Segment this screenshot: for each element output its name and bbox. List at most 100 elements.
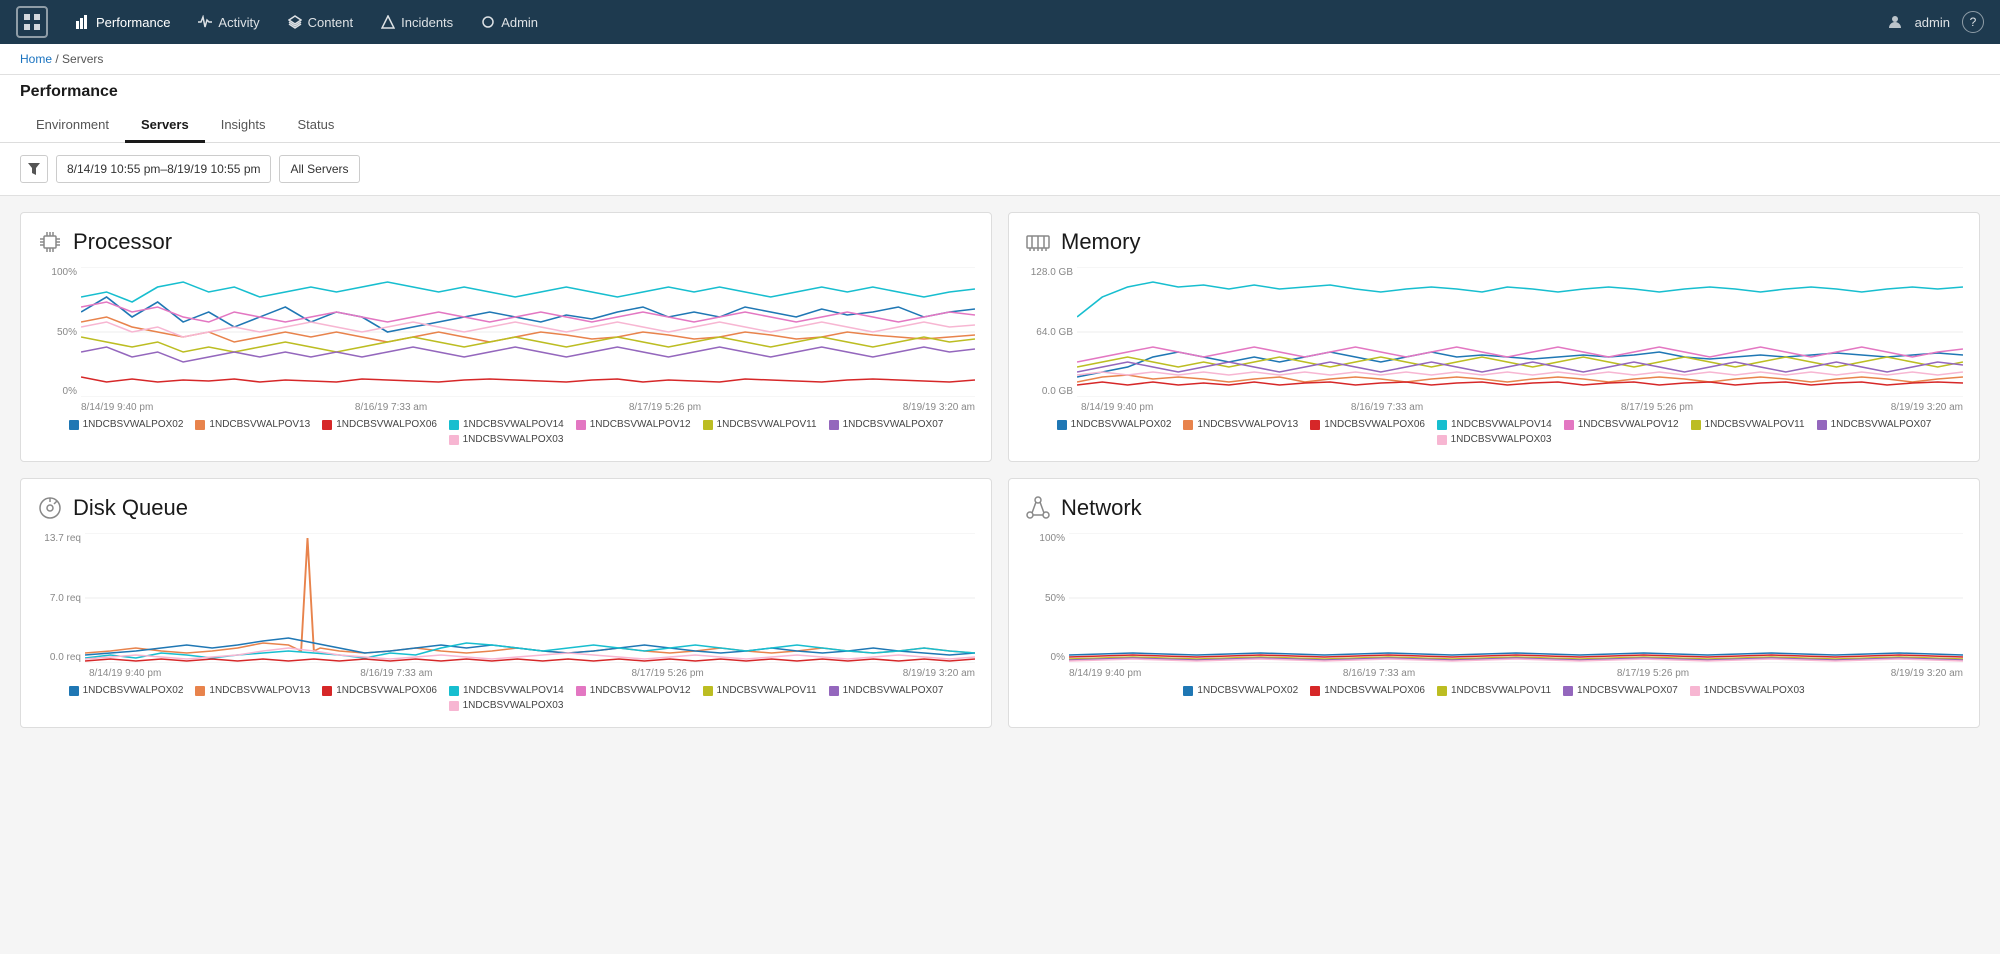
network-y-mid: 50%: [1025, 593, 1065, 604]
processor-y-top: 100%: [37, 267, 77, 278]
legend-color: [1563, 686, 1573, 696]
breadcrumb-current: Servers: [62, 52, 103, 66]
breadcrumb-home[interactable]: Home: [20, 52, 52, 66]
network-x-labels: 8/14/19 9:40 pm 8/16/19 7:33 am 8/17/19 …: [1069, 668, 1963, 679]
filter-button[interactable]: [20, 155, 48, 183]
disk-y-bot: 0.0 req: [37, 652, 81, 663]
legend-color: [69, 686, 79, 696]
memory-icon: [1025, 229, 1051, 255]
legend-color: [1437, 435, 1447, 445]
triangle-icon: [381, 15, 395, 29]
legend-item: 1NDCBSVWALPOX07: [1563, 685, 1678, 696]
legend-color: [322, 420, 332, 430]
circle-icon: [481, 15, 495, 29]
legend-color: [1817, 420, 1827, 430]
tab-servers[interactable]: Servers: [125, 109, 205, 143]
legend-color: [703, 686, 713, 696]
legend-item: 1NDCBSVWALPOX07: [829, 685, 944, 696]
legend-item: 1NDCBSVWALPOX07: [829, 419, 944, 430]
legend-item: 1NDCBSVWALPOX03: [1690, 685, 1805, 696]
processor-header: Processor: [37, 229, 975, 255]
legend-color: [1310, 686, 1320, 696]
network-legend: 1NDCBSVWALPOX02 1NDCBSVWALPOX06 1NDCBSVW…: [1025, 685, 1963, 696]
legend-item: 1NDCBSVWALPOV11: [1437, 685, 1551, 696]
disk-queue-title: Disk Queue: [73, 495, 188, 521]
legend-item: 1NDCBSVWALPOX02: [1057, 419, 1172, 430]
servers-filter-button[interactable]: All Servers: [279, 155, 359, 183]
legend-item: 1NDCBSVWALPOV11: [703, 419, 817, 430]
legend-item: 1NDCBSVWALPOX06: [322, 419, 437, 430]
legend-item: 1NDCBSVWALPOX03: [1437, 434, 1552, 445]
nav-incidents[interactable]: Incidents: [369, 9, 465, 36]
tab-status[interactable]: Status: [282, 109, 351, 143]
nav-admin[interactable]: Admin: [469, 9, 550, 36]
memory-legend: 1NDCBSVWALPOX02 1NDCBSVWALPOV13 1NDCBSVW…: [1025, 419, 1963, 445]
disk-y-mid: 7.0 req: [37, 593, 81, 604]
legend-color: [1690, 686, 1700, 696]
top-navigation: Performance Activity Content Incidents A…: [0, 0, 2000, 44]
toolbar: 8/14/19 10:55 pm–8/19/19 10:55 pm All Se…: [0, 143, 2000, 196]
legend-item: 1NDCBSVWALPOX02: [1183, 685, 1298, 696]
legend-color: [1437, 686, 1447, 696]
nav-performance[interactable]: Performance: [64, 9, 182, 36]
legend-item: 1NDCBSVWALPOV12: [576, 419, 691, 430]
disk-y-top: 13.7 req: [37, 533, 81, 544]
username: admin: [1915, 15, 1950, 30]
legend-item: 1NDCBSVWALPOX06: [322, 685, 437, 696]
legend-item: 1NDCBSVWALPOV14: [449, 419, 564, 430]
network-chart-svg: [1069, 533, 1963, 663]
tab-insights[interactable]: Insights: [205, 109, 282, 143]
processor-y-mid: 50%: [37, 327, 77, 338]
legend-color: [69, 420, 79, 430]
tab-environment[interactable]: Environment: [20, 109, 125, 143]
nav-activity[interactable]: Activity: [186, 9, 271, 36]
layers-icon: [288, 15, 302, 29]
date-range-button[interactable]: 8/14/19 10:55 pm–8/19/19 10:55 pm: [56, 155, 271, 183]
processor-chart-svg: [81, 267, 975, 397]
network-y-top: 100%: [1025, 533, 1065, 544]
processor-legend: 1NDCBSVWALPOX02 1NDCBSVWALPOV13 1NDCBSVW…: [37, 419, 975, 445]
filter-icon: [28, 163, 40, 175]
network-title: Network: [1061, 495, 1142, 521]
nav-content[interactable]: Content: [276, 9, 366, 36]
help-button[interactable]: ?: [1962, 11, 1984, 33]
legend-item: 1NDCBSVWALPOV14: [449, 685, 564, 696]
network-icon: [1025, 495, 1051, 521]
user-icon: [1887, 14, 1903, 30]
processor-x-labels: 8/14/19 9:40 pm 8/16/19 7:33 am 8/17/19 …: [81, 402, 975, 413]
memory-y-top: 128.0 GB: [1025, 267, 1073, 278]
legend-color: [1310, 420, 1320, 430]
tabs: Environment Servers Insights Status: [20, 109, 1980, 142]
activity-icon: [198, 15, 212, 29]
processor-icon: [37, 229, 63, 255]
legend-color: [1183, 686, 1193, 696]
legend-color: [449, 420, 459, 430]
memory-title: Memory: [1061, 229, 1140, 255]
legend-item: 1NDCBSVWALPOX03: [449, 700, 564, 711]
page-header: Performance Environment Servers Insights…: [0, 75, 2000, 143]
legend-item: 1NDCBSVWALPOV13: [195, 685, 310, 696]
legend-color: [449, 686, 459, 696]
legend-item: 1NDCBSVWALPOV13: [1183, 419, 1298, 430]
network-panel: Network 100% 50% 0%: [1008, 478, 1980, 728]
legend-color: [1057, 420, 1067, 430]
legend-color: [703, 420, 713, 430]
disk-queue-icon: [37, 495, 63, 521]
legend-item: 1NDCBSVWALPOV12: [1564, 419, 1679, 430]
legend-item: 1NDCBSVWALPOX02: [69, 685, 184, 696]
app-logo[interactable]: [16, 6, 48, 38]
legend-item: 1NDCBSVWALPOV13: [195, 419, 310, 430]
legend-color: [1564, 420, 1574, 430]
main-content: Processor 100% 50% 0%: [0, 196, 2000, 744]
legend-item: 1NDCBSVWALPOX06: [1310, 685, 1425, 696]
legend-color: [449, 701, 459, 711]
legend-color: [1691, 420, 1701, 430]
disk-queue-panel: Disk Queue 13.7 req 7.0 req 0.0 req: [20, 478, 992, 728]
legend-item: 1NDCBSVWALPOX06: [1310, 419, 1425, 430]
memory-panel: Memory 128.0 GB 64.0 GB 0.0 GB: [1008, 212, 1980, 462]
legend-item: 1NDCBSVWALPOV11: [1691, 419, 1805, 430]
legend-color: [576, 420, 586, 430]
network-header: Network: [1025, 495, 1963, 521]
breadcrumb-separator: /: [55, 52, 58, 66]
legend-color: [195, 686, 205, 696]
